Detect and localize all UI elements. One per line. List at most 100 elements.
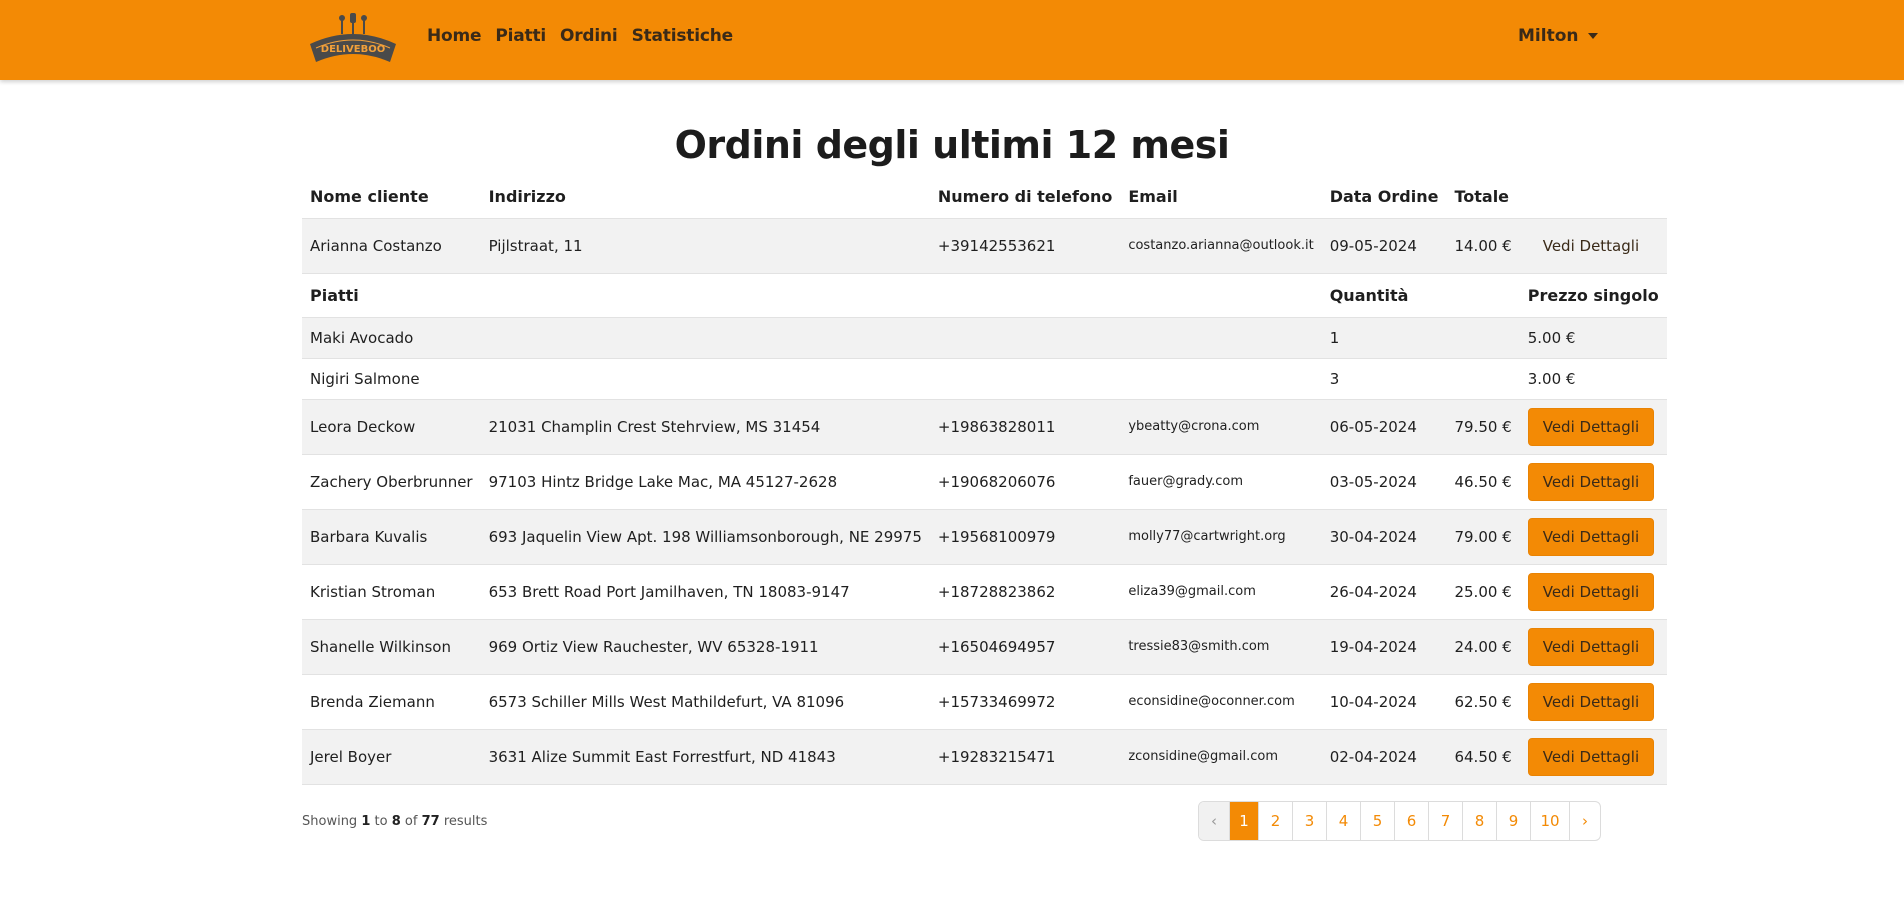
cell-phone: +19283215471 (937, 747, 1056, 766)
cell-phone: +16504694957 (937, 637, 1056, 656)
nav-link-piatti[interactable]: Piatti (495, 26, 546, 46)
cell-phone: +18728823862 (937, 582, 1056, 601)
pagination-prev-button: ‹ (1199, 802, 1229, 840)
pagination-next-button[interactable]: › (1569, 802, 1600, 840)
table-header: Nome cliente Indirizzo Numero di telefon… (302, 176, 1667, 219)
view-details-button[interactable]: Vedi Dettagli (1527, 462, 1655, 501)
dish-row: Nigiri Salmone 3 3.00 € (302, 358, 1667, 399)
cell-address: 21031 Champlin Crest Stehrview, MS 31454 (488, 417, 821, 436)
nav-link-statistiche[interactable]: Statistiche (632, 26, 734, 46)
dish-quantity: 3 (1329, 369, 1340, 388)
cell-email: fauer@grady.com (1128, 474, 1244, 489)
cell-name: Jerel Boyer (310, 747, 392, 766)
cell-name: Shanelle Wilkinson (310, 637, 451, 656)
pagination-page-4[interactable]: 4 (1326, 802, 1360, 840)
cell-phone: +19863828011 (937, 417, 1056, 436)
top-navbar: DELIVEBOO Home Piatti Ordini Statistiche… (0, 0, 1904, 80)
cell-date: 26-04-2024 (1329, 582, 1417, 601)
cell-email: eliza39@gmail.com (1128, 584, 1256, 599)
cell-date: 09-05-2024 (1329, 236, 1417, 255)
column-header-name: Nome cliente (302, 176, 481, 219)
results-from: 1 (361, 814, 371, 829)
dish-row: Maki Avocado 1 5.00 € (302, 317, 1667, 358)
cell-total: 62.50 € (1454, 692, 1512, 711)
cell-name: Kristian Stroman (310, 582, 436, 601)
table-row-expanded: Arianna Costanzo Pijlstraat, 11 +3914255… (302, 218, 1667, 273)
to-word: to (374, 814, 388, 829)
cell-email: econsidine@oconner.com (1128, 694, 1295, 709)
cell-total: 79.00 € (1454, 527, 1512, 546)
view-details-button[interactable]: Vedi Dettagli (1527, 517, 1655, 556)
cell-date: 02-04-2024 (1329, 747, 1417, 766)
view-details-button[interactable]: Vedi Dettagli (1528, 227, 1654, 265)
cell-date: 06-05-2024 (1329, 417, 1417, 436)
cell-total: 25.00 € (1454, 582, 1512, 601)
pagination-page-8[interactable]: 8 (1462, 802, 1496, 840)
pagination-page-7[interactable]: 7 (1428, 802, 1462, 840)
view-details-button[interactable]: Vedi Dettagli (1527, 682, 1655, 721)
column-header-unit-price: Prezzo singolo (1527, 285, 1659, 305)
logo-text: DELIVEBOO (321, 44, 385, 55)
pagination-page-3[interactable]: 3 (1292, 802, 1326, 840)
view-details-button[interactable]: Vedi Dettagli (1527, 407, 1655, 446)
cell-email: zconsidine@gmail.com (1128, 749, 1278, 764)
cell-total: 14.00 € (1454, 236, 1512, 255)
cell-address: 6573 Schiller Mills West Mathildefurt, V… (488, 692, 845, 711)
user-name: Milton (1518, 26, 1579, 46)
cell-date: 10-04-2024 (1329, 692, 1417, 711)
cell-name: Arianna Costanzo (310, 236, 442, 255)
cell-email: molly77@cartwright.org (1128, 529, 1286, 544)
cell-phone: +19068206076 (937, 472, 1056, 491)
cell-email: ybeatty@crona.com (1128, 419, 1260, 434)
pagination-page-9[interactable]: 9 (1496, 802, 1530, 840)
nav-link-home[interactable]: Home (427, 26, 482, 46)
results-summary: Showing 1 to 8 of 77 results (302, 814, 487, 829)
results-to: 8 (391, 814, 401, 829)
view-details-button[interactable]: Vedi Dettagli (1527, 627, 1655, 666)
table-row: Jerel Boyer 3631 Alize Summit East Forre… (302, 729, 1667, 784)
nav-links: Home Piatti Ordini Statistiche (427, 26, 747, 46)
cell-phone: +15733469972 (937, 692, 1056, 711)
results-word: results (443, 814, 488, 829)
cell-email: costanzo.arianna@outlook.it (1128, 238, 1314, 253)
showing-prefix: Showing (302, 814, 358, 829)
table-row: Leora Deckow 21031 Champlin Crest Stehrv… (302, 399, 1667, 454)
cell-total: 79.50 € (1454, 417, 1512, 436)
column-header-date: Data Ordine (1321, 176, 1447, 219)
user-dropdown[interactable]: Milton (1518, 26, 1599, 46)
results-total: 77 (421, 814, 440, 829)
cell-name: Zachery Oberbrunner (310, 472, 473, 491)
table-row: Barbara Kuvalis 693 Jaquelin View Apt. 1… (302, 509, 1667, 564)
orders-table: Nome cliente Indirizzo Numero di telefon… (302, 176, 1667, 785)
cell-address: 969 Ortiz View Rauchester, WV 65328-1911 (488, 637, 819, 656)
cell-address: 653 Brett Road Port Jamilhaven, TN 18083… (488, 582, 850, 601)
pagination-page-10[interactable]: 10 (1530, 802, 1569, 840)
page-title: Ordini degli ultimi 12 mesi (674, 123, 1230, 168)
cell-date: 03-05-2024 (1329, 472, 1417, 491)
cell-phone: +39142553621 (937, 236, 1056, 255)
deliveboo-logo[interactable]: DELIVEBOO (302, 10, 404, 68)
dish-price: 5.00 € (1527, 328, 1576, 347)
cell-total: 64.50 € (1454, 747, 1512, 766)
cell-name: Barbara Kuvalis (310, 527, 428, 546)
column-header-actions (1519, 176, 1667, 219)
column-header-quantity: Quantità (1329, 285, 1409, 305)
cell-total: 24.00 € (1454, 637, 1512, 656)
table-row: Zachery Oberbrunner 97103 Hintz Bridge L… (302, 454, 1667, 509)
nav-link-ordini[interactable]: Ordini (560, 26, 618, 46)
cell-name: Brenda Ziemann (310, 692, 435, 711)
dish-price: 3.00 € (1527, 369, 1576, 388)
pagination-page-6[interactable]: 6 (1394, 802, 1428, 840)
table-row: Kristian Stroman 653 Brett Road Port Jam… (302, 564, 1667, 619)
pagination-page-5[interactable]: 5 (1360, 802, 1394, 840)
pagination-page-1[interactable]: 1 (1229, 802, 1258, 840)
view-details-button[interactable]: Vedi Dettagli (1527, 737, 1655, 776)
dish-name: Maki Avocado (310, 328, 414, 347)
cell-name: Leora Deckow (310, 417, 416, 436)
cell-address: 97103 Hintz Bridge Lake Mac, MA 45127-26… (488, 472, 838, 491)
cell-email: tressie83@smith.com (1128, 639, 1270, 654)
cell-phone: +19568100979 (937, 527, 1056, 546)
view-details-button[interactable]: Vedi Dettagli (1527, 572, 1655, 611)
dish-quantity: 1 (1329, 328, 1340, 347)
pagination-page-2[interactable]: 2 (1258, 802, 1292, 840)
